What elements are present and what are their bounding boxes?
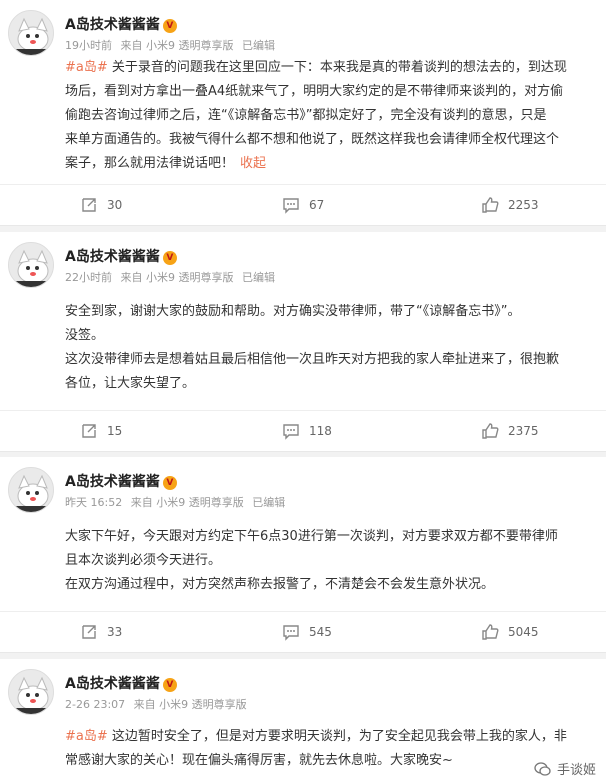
post-text-line: 这边暂时安全了，但是对方要求明天谈判，为了安全起见我会带上我的家人，非 (111, 729, 567, 744)
post-meta: 昨天 16:52 来自 小米9 透明尊享版 已编辑 (65, 494, 290, 510)
post-time[interactable]: 昨天 16:52 (65, 496, 122, 509)
verified-badge-icon: V (162, 19, 177, 33)
post-meta: 2-26 23:07 来自 小米9 透明尊享版 (65, 696, 252, 712)
post-text-line: 常感谢大家的关心！现在偏头痛得厉害，就先去休息啦。大家晚安~ (65, 753, 453, 768)
like-count: 5045 (508, 625, 539, 639)
like-button[interactable]: 5045 (481, 612, 539, 652)
repost-button[interactable]: 30 (80, 185, 122, 225)
post-text-line: 在双方沟通过程中，对方突然声称去报警了，不清楚会不会发生意外状况。 (65, 577, 495, 592)
repost-icon (82, 424, 96, 438)
post-content: 安全到家，谢谢大家的鼓励和帮助。对方确实没带律师，带了“《谅解备忘书》”。 没签… (65, 300, 601, 396)
like-count: 2253 (508, 198, 539, 212)
post-device: 来自 小米9 透明尊享版 (120, 271, 234, 284)
post-content: #a岛# 这边暂时安全了，但是对方要求明天谈判，为了安全起见我会带上我的家人，非… (65, 725, 601, 773)
post-text-line: 关于录音的问题我在这里回应一下：本来我是真的带着谈判的想法去的，到达现 (111, 60, 567, 75)
post-text-line: 且本次谈判必须今天进行。 (65, 553, 222, 568)
post-time[interactable]: 19小时前 (65, 39, 112, 52)
post-header: A岛技术酱酱酱 V 昨天 16:52 来自 小米9 透明尊享版 已编辑 (8, 467, 598, 513)
post-device: 来自 小米9 透明尊享版 (133, 698, 247, 711)
author-name[interactable]: A岛技术酱酱酱 V (65, 471, 177, 491)
post-text-line: 来单方面通告的。我被气得什么都不想和他说了，既然这样我也会请律师全权代理这个 (65, 132, 560, 147)
comment-button[interactable]: 67 (282, 185, 324, 225)
comment-button[interactable]: 545 (282, 612, 332, 652)
edited-label[interactable]: 已编辑 (242, 39, 275, 52)
post-text-line: 这次没带律师去是想着姑且最后相信他一次且昨天对方把我的家人牵扯进来了，很抱歉 (65, 352, 560, 367)
repost-count: 15 (107, 424, 123, 438)
like-count: 2375 (508, 424, 539, 438)
post-header: A岛技术酱酱酱 V 19小时前 来自 小米9 透明尊享版 已编辑 (8, 10, 598, 56)
post-text-line: 大家下午好，今天跟对方约定下午6点30进行第一次谈判，对方要求双方都不要带律师 (65, 529, 558, 544)
avatar[interactable] (8, 10, 54, 56)
weibo-feed: A岛技术酱酱酱 V 19小时前 来自 小米9 透明尊享版 已编辑 #a岛# 关于录… (0, 0, 606, 784)
avatar[interactable] (8, 669, 54, 715)
chat-bubble-icon (534, 761, 551, 776)
post-text-line: 没签。 (65, 328, 105, 343)
comment-icon (283, 424, 299, 440)
author-name[interactable]: A岛技术酱酱酱 V (65, 673, 177, 693)
post-content: #a岛# 关于录音的问题我在这里回应一下：本来我是真的带着谈判的想法去的，到达现… (65, 56, 601, 176)
repost-button[interactable]: 33 (80, 612, 122, 652)
comment-icon (283, 625, 299, 641)
verified-badge-icon: V (162, 476, 177, 490)
post-device: 来自 小米9 透明尊享版 (130, 496, 244, 509)
hashtag-link[interactable]: #a岛# (65, 60, 108, 75)
comment-icon (283, 198, 299, 214)
avatar[interactable] (8, 242, 54, 288)
post-device: 来自 小米9 透明尊享版 (120, 39, 234, 52)
edited-label[interactable]: 已编辑 (242, 271, 275, 284)
post-text-line: 场后，看到对方拿出一叠A4纸就来气了，明明大家约定的是不带律师来谈判的，对方偷 (65, 84, 564, 99)
hashtag-link[interactable]: #a岛# (65, 729, 108, 744)
repost-count: 33 (107, 625, 123, 639)
post-header: A岛技术酱酱酱 V 2-26 23:07 来自 小米9 透明尊享版 (8, 669, 598, 715)
repost-button[interactable]: 15 (80, 411, 122, 451)
post-card: A岛技术酱酱酱 V 22小时前 来自 小米9 透明尊享版 已编辑 安全到家，谢谢大… (0, 232, 606, 452)
thumbs-up-icon (482, 423, 499, 439)
post-card: A岛技术酱酱酱 V 昨天 16:52 来自 小米9 透明尊享版 已编辑 大家下午好… (0, 457, 606, 653)
repost-icon (82, 625, 96, 639)
comment-button[interactable]: 118 (282, 411, 332, 451)
thumbs-up-icon (482, 197, 499, 213)
like-button[interactable]: 2375 (481, 411, 539, 451)
edited-label[interactable]: 已编辑 (252, 496, 285, 509)
action-bar: 30 67 2253 (0, 185, 606, 225)
watermark-text: 手谈姬 (556, 763, 596, 778)
post-time[interactable]: 22小时前 (65, 271, 112, 284)
watermark: 手谈姬 (533, 759, 596, 778)
post-card: A岛技术酱酱酱 V 2-26 23:07 来自 小米9 透明尊享版 #a岛# 这边… (0, 659, 606, 784)
avatar[interactable] (8, 467, 54, 513)
post-time[interactable]: 2-26 23:07 (65, 698, 125, 711)
post-meta: 22小时前 来自 小米9 透明尊享版 已编辑 (65, 269, 280, 285)
comment-count: 545 (309, 625, 332, 639)
action-bar: 33 545 5045 (0, 612, 606, 652)
repost-icon (82, 198, 96, 212)
author-name[interactable]: A岛技术酱酱酱 V (65, 246, 177, 266)
author-name[interactable]: A岛技术酱酱酱 V (65, 14, 177, 34)
verified-badge-icon: V (162, 251, 177, 265)
post-header: A岛技术酱酱酱 V 22小时前 来自 小米9 透明尊享版 已编辑 (8, 242, 598, 288)
collapse-link[interactable]: 收起 (240, 156, 266, 171)
post-text-line: 偷跑去咨询过律师之后，连“《谅解备忘书》”都拟定好了，完全没有谈判的意思，只是 (65, 108, 547, 123)
like-button[interactable]: 2253 (481, 185, 539, 225)
post-text-line: 安全到家，谢谢大家的鼓励和帮助。对方确实没带律师，带了“《谅解备忘书》”。 (65, 304, 521, 319)
post-text-line: 各位，让大家失望了。 (65, 376, 196, 391)
post-content: 大家下午好，今天跟对方约定下午6点30进行第一次谈判，对方要求双方都不要带律师 … (65, 525, 601, 597)
post-meta: 19小时前 来自 小米9 透明尊享版 已编辑 (65, 37, 280, 53)
post-card: A岛技术酱酱酱 V 19小时前 来自 小米9 透明尊享版 已编辑 #a岛# 关于录… (0, 0, 606, 226)
post-text-line: 案子，那么就用法律说话吧！ (65, 156, 235, 171)
comment-count: 118 (309, 424, 332, 438)
comment-count: 67 (309, 198, 325, 212)
thumbs-up-icon (482, 624, 499, 640)
repost-count: 30 (107, 198, 123, 212)
action-bar: 15 118 2375 (0, 411, 606, 451)
verified-badge-icon: V (162, 678, 177, 692)
